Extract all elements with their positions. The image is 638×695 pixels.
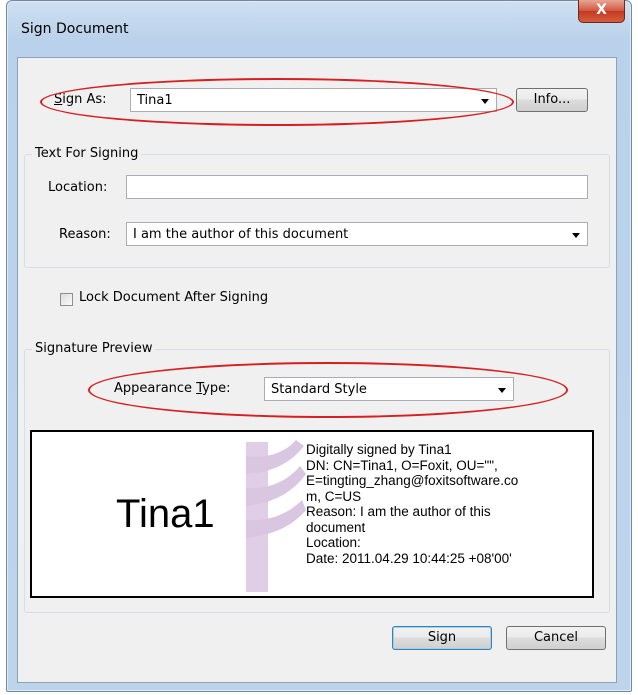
appearance-type-select[interactable]: Standard Style (264, 377, 514, 401)
signature-detail-line: Location: (306, 535, 361, 550)
reason-label: Reason: (59, 227, 111, 242)
sign-as-label: Sign As: (54, 92, 107, 107)
signature-detail-line: E=tingting_zhang@foxitsoftware.co (306, 473, 519, 488)
signature-detail-line: Reason: I am the author of this (306, 504, 491, 519)
sign-as-value: Tina1 (137, 93, 173, 108)
signature-detail-line: m, C=US (306, 488, 362, 504)
appearance-type-label: Appearance Type: (114, 381, 231, 396)
signature-detail-line: document (306, 519, 366, 535)
signature-detail-line: Date: 2011.04.29 10:44:25 +08'00' (306, 550, 512, 566)
info-button[interactable]: Info... (516, 88, 588, 112)
signature-name: Tina1 (116, 492, 215, 536)
title-bar[interactable]: Sign Document X (7, 0, 631, 59)
cancel-button-label: Cancel (533, 630, 579, 645)
reason-select[interactable]: I am the author of this document (126, 222, 588, 246)
dialog-body: Sign As: Tina1 Info... Text For Signing … (17, 57, 617, 683)
chevron-down-icon (481, 99, 489, 104)
signature-detail-line: DN: CN=Tina1, O=Foxit, OU="", (306, 457, 498, 473)
info-button-label: Info... (533, 92, 571, 107)
sign-as-label-rest: ign As: (62, 92, 107, 107)
dialog-title: Sign Document (21, 21, 129, 37)
signature-preview-box: Tina1 Digitally signed by Tina1 DN: CN=T… (30, 430, 594, 598)
appearance-type-value: Standard Style (271, 382, 367, 397)
cancel-button[interactable]: Cancel (506, 626, 606, 650)
signature-detail-line: Digitally signed by Tina1 (306, 442, 452, 457)
appearance-type-label-rest: ype: (202, 381, 231, 396)
chevron-down-icon (498, 388, 506, 393)
foxit-watermark-icon (246, 440, 306, 592)
text-for-signing-legend: Text For Signing (32, 146, 142, 161)
signature-details: Digitally signed by Tina1 DN: CN=Tina1, … (306, 442, 586, 566)
signature-preview-legend: Signature Preview (32, 341, 156, 356)
location-input[interactable] (126, 175, 588, 199)
location-label: Location: (48, 180, 108, 195)
reason-value: I am the author of this document (133, 227, 349, 242)
sign-button-label: Sign (427, 630, 457, 645)
lock-document-checkbox[interactable] (60, 293, 73, 306)
lock-document-label[interactable]: Lock Document After Signing (79, 290, 268, 305)
sign-button[interactable]: Sign (392, 626, 492, 650)
chevron-down-icon (572, 233, 580, 238)
sign-document-dialog: Sign Document X Sign As: Tina1 Info... T… (6, 0, 632, 692)
close-icon: X (596, 2, 607, 18)
sign-as-select[interactable]: Tina1 (130, 88, 497, 112)
appearance-type-label-text: Appearance (114, 381, 197, 396)
text-for-signing-group: Text For Signing (24, 146, 610, 268)
close-button[interactable]: X (578, 0, 625, 23)
